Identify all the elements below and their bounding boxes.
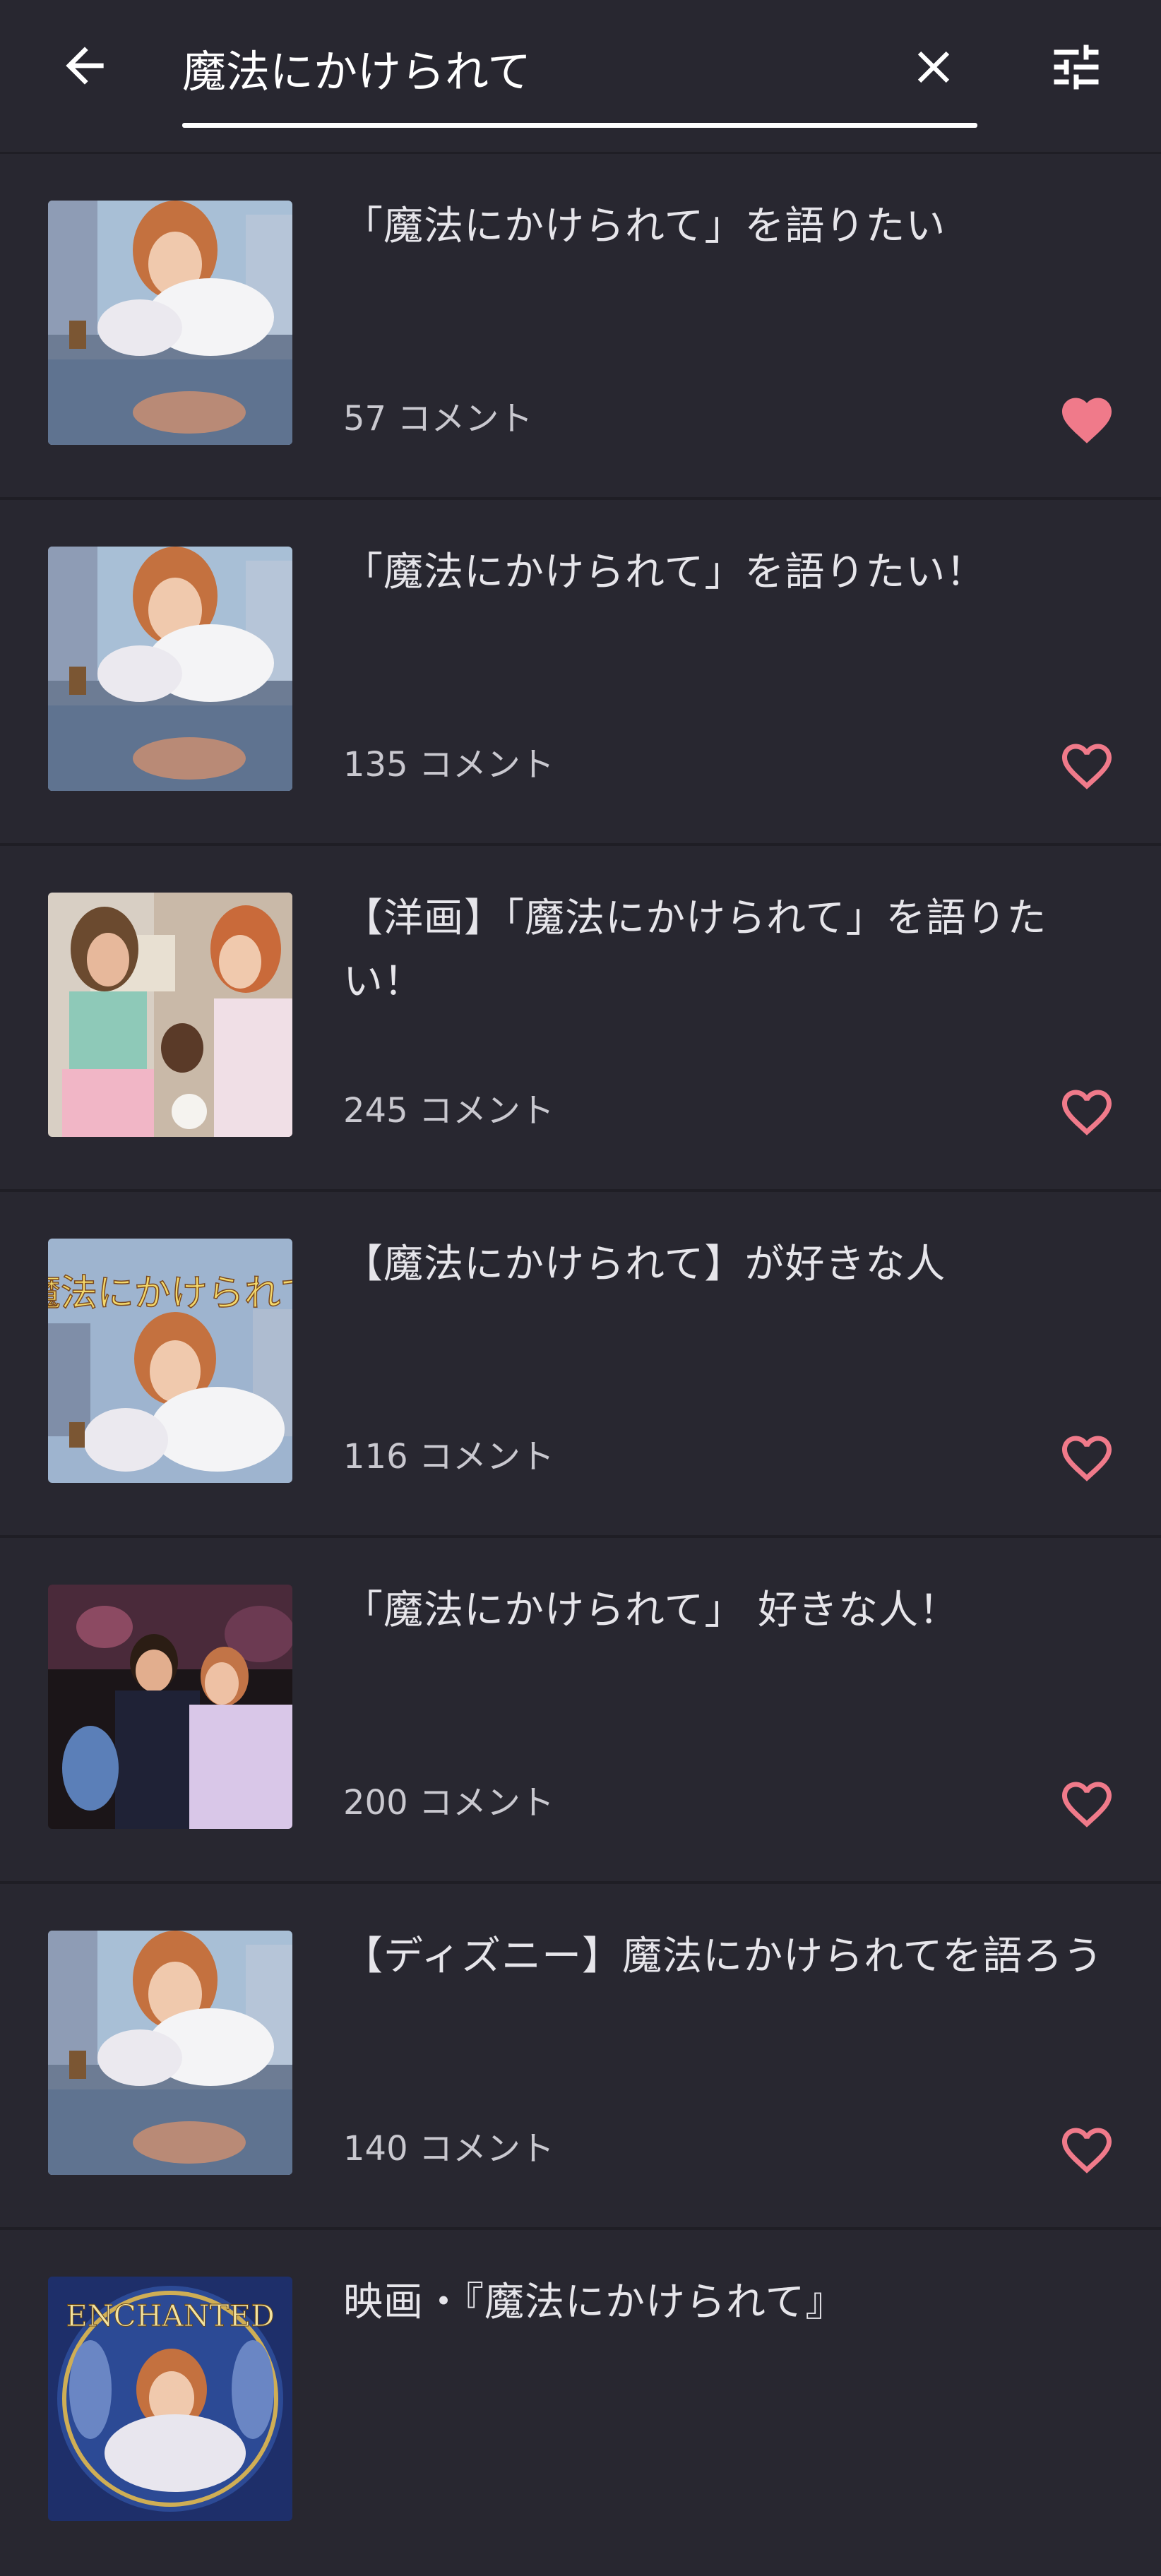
thread-title: 【洋画】「魔法にかけられて」を語りたい！ — [343, 895, 1047, 1005]
comment-count: 140 コメント — [343, 2129, 554, 2169]
back-button[interactable] — [42, 30, 127, 101]
clear-search-button[interactable] — [891, 28, 976, 106]
thumbnail-image — [48, 547, 292, 791]
favorite-button[interactable] — [1055, 388, 1119, 452]
tune-icon — [1054, 44, 1099, 90]
search-field[interactable] — [182, 23, 977, 130]
search-header — [0, 0, 1161, 154]
heart-outline-icon — [1062, 1436, 1112, 1481]
search-input[interactable] — [182, 37, 874, 107]
heart-outline-icon — [1062, 2128, 1112, 2174]
comment-count: 116 コメント — [343, 1437, 554, 1477]
heart-outline-icon — [1062, 744, 1112, 789]
favorite-button[interactable] — [1055, 1080, 1119, 1144]
favorite-button[interactable] — [1055, 1426, 1119, 1490]
list-item[interactable]: 【洋画】「魔法にかけられて」を語りたい！ 245 コメント — [0, 846, 1161, 1192]
thumbnail-image — [48, 201, 292, 445]
favorite-button[interactable] — [1055, 734, 1119, 798]
thread-title: 「魔法にかけられて」を語りたい — [343, 203, 946, 249]
comment-count: 200 コメント — [343, 1783, 554, 1823]
heart-filled-icon — [1062, 398, 1112, 443]
thread-title: 映画・『魔法にかけられて』 — [343, 2279, 846, 2325]
heart-outline-icon — [1062, 1782, 1112, 1827]
close-icon — [917, 51, 950, 83]
list-item[interactable]: 「魔法にかけられて」を語りたい 57 コメント — [0, 154, 1161, 500]
favorite-button[interactable] — [1055, 1772, 1119, 1836]
thread-title: 【魔法にかけられて】が好きな人 — [343, 1241, 946, 1287]
list-item[interactable]: 魔法にかけられて 【魔法にかけられて】が好きな人 116 コメント — [0, 1192, 1161, 1538]
thumbnail-logo-text: 魔法にかけられて — [48, 1272, 292, 1315]
thread-title: 【ディズニー】魔法にかけられてを語ろう — [343, 1933, 1104, 1979]
list-item[interactable]: ENCHANTED 映画・『魔法にかけられて』 — [0, 2230, 1161, 2576]
comment-count: 135 コメント — [343, 745, 554, 785]
thumbnail-image: ENCHANTED — [48, 2277, 292, 2521]
thread-title: 「魔法にかけられて」を語りたい！ — [343, 549, 987, 595]
arrow-left-icon — [66, 47, 104, 85]
heart-outline-icon — [1062, 1090, 1112, 1135]
comment-count: 245 コメント — [343, 1091, 554, 1131]
comment-count: 57 コメント — [343, 399, 533, 439]
thumbnail-image — [48, 893, 292, 1137]
thumbnail-image — [48, 1931, 292, 2175]
search-results-list: 「魔法にかけられて」を語りたい 57 コメント 「魔法にかけられて」を語りたい！… — [0, 154, 1161, 2576]
thumbnail-image: 魔法にかけられて — [48, 1239, 292, 1483]
thread-title: 「魔法にかけられて」 好きな人！ — [343, 1587, 960, 1633]
thumbnail-image — [48, 1585, 292, 1829]
filter-button[interactable] — [1034, 28, 1119, 106]
list-item[interactable]: 「魔法にかけられて」を語りたい！ 135 コメント — [0, 500, 1161, 846]
favorite-button[interactable] — [1055, 2118, 1119, 2182]
thumbnail-logo-text: ENCHANTED — [66, 2298, 275, 2333]
list-item[interactable]: 「魔法にかけられて」 好きな人！ 200 コメント — [0, 1538, 1161, 1884]
list-item[interactable]: 【ディズニー】魔法にかけられてを語ろう 140 コメント — [0, 1884, 1161, 2230]
search-underline — [182, 123, 977, 128]
